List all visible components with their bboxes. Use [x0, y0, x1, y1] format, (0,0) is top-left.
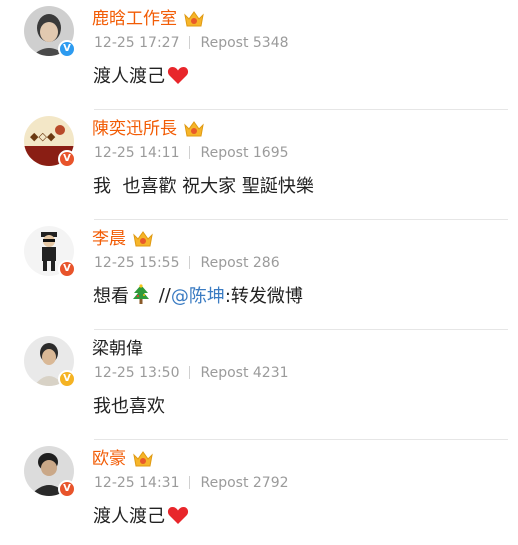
- verified-badge: V: [58, 150, 76, 168]
- timestamp: 12-25 15:55: [94, 255, 180, 271]
- user-name-text[interactable]: 陳奕迅所長: [92, 118, 177, 140]
- heart-icon: [167, 67, 189, 84]
- list-item[interactable]: ◆◇◆ V 陳奕迅所長 12-25 14:11 Repost 1695 我 也喜歡…: [0, 110, 518, 220]
- timestamp: 12-25 14:31: [94, 475, 180, 491]
- comment-text: 我也喜欢: [93, 392, 165, 418]
- timestamp: 12-25 13:50: [94, 365, 180, 381]
- post-meta: 12-25 15:55 Repost 286: [94, 255, 280, 271]
- user-name[interactable]: 梁朝偉: [92, 338, 143, 360]
- mention-link[interactable]: @陈坤: [171, 282, 225, 308]
- meta-divider: [189, 36, 191, 49]
- list-item[interactable]: V 李晨 12-25 15:55 Repost 286 想看 //@陈坤:转发微博: [0, 220, 518, 330]
- timestamp: 12-25 14:11: [94, 145, 180, 161]
- vip-crown-icon: [184, 11, 204, 27]
- comment-text-content: 我 也喜歡 祝大家 聖誕快樂: [93, 176, 314, 197]
- post-meta: 12-25 17:27 Repost 5348: [94, 35, 289, 51]
- user-name[interactable]: 陳奕迅所長: [92, 118, 205, 140]
- heart-icon: [167, 507, 189, 524]
- avatar[interactable]: V: [24, 336, 76, 388]
- svg-text:◆◇◆: ◆◇◆: [30, 130, 56, 143]
- vip-crown-icon: [184, 121, 204, 137]
- repost-count: Repost 5348: [200, 35, 289, 51]
- verified-badge: V: [58, 480, 76, 498]
- verified-badge: V: [58, 370, 76, 388]
- verified-badge: V: [58, 260, 76, 278]
- post-meta: 12-25 14:11 Repost 1695: [94, 145, 289, 161]
- user-name[interactable]: 李晨: [92, 228, 154, 250]
- post-meta: 12-25 13:50 Repost 4231: [94, 365, 289, 381]
- comment-text: 渡人渡己: [93, 502, 189, 528]
- list-item[interactable]: V 梁朝偉 12-25 13:50 Repost 4231 我也喜欢: [0, 330, 518, 440]
- repost-count: Repost 2792: [200, 475, 289, 491]
- comment-text: 想看 //@陈坤:转发微博: [93, 282, 303, 308]
- user-name[interactable]: 鹿晗工作室: [92, 8, 205, 30]
- timestamp: 12-25 17:27: [94, 35, 180, 51]
- user-name-text[interactable]: 李晨: [92, 228, 126, 250]
- post-meta: 12-25 14:31 Repost 2792: [94, 475, 289, 491]
- meta-divider: [189, 366, 191, 379]
- comment-text-suffix: :转发微博: [224, 286, 303, 307]
- repost-count: Repost 286: [200, 255, 280, 271]
- repost-feed: V 鹿晗工作室 12-25 17:27 Repost 5348 渡人渡己 ◆◇◆: [0, 0, 518, 545]
- comment-text: 渡人渡己: [93, 62, 189, 88]
- repost-count: Repost 4231: [200, 365, 289, 381]
- comment-text: 我 也喜歡 祝大家 聖誕快樂: [93, 172, 314, 198]
- meta-divider: [189, 256, 191, 269]
- user-name[interactable]: 欧豪: [92, 448, 154, 470]
- vip-crown-icon: [133, 231, 153, 247]
- comment-text-content: 渡人渡己: [93, 506, 165, 527]
- user-name-text[interactable]: 欧豪: [92, 448, 126, 470]
- meta-divider: [189, 476, 191, 489]
- user-name-text[interactable]: 鹿晗工作室: [92, 8, 177, 30]
- repost-slashes: //: [153, 284, 171, 306]
- list-item[interactable]: V 鹿晗工作室 12-25 17:27 Repost 5348 渡人渡己: [0, 0, 518, 110]
- verified-badge: V: [58, 40, 76, 58]
- avatar[interactable]: V: [24, 6, 76, 58]
- meta-divider: [189, 146, 191, 159]
- avatar[interactable]: V: [24, 226, 76, 278]
- comment-text-content: 我也喜欢: [93, 396, 165, 417]
- user-name-text[interactable]: 梁朝偉: [92, 338, 143, 360]
- christmas-tree-icon: [133, 284, 149, 304]
- avatar[interactable]: V: [24, 446, 76, 498]
- comment-text-content: 想看: [93, 286, 129, 307]
- list-item[interactable]: V 欧豪 12-25 14:31 Repost 2792 渡人渡己: [0, 440, 518, 545]
- avatar[interactable]: ◆◇◆ V: [24, 116, 76, 168]
- repost-count: Repost 1695: [200, 145, 289, 161]
- vip-crown-icon: [133, 451, 153, 467]
- comment-text-content: 渡人渡己: [93, 66, 165, 87]
